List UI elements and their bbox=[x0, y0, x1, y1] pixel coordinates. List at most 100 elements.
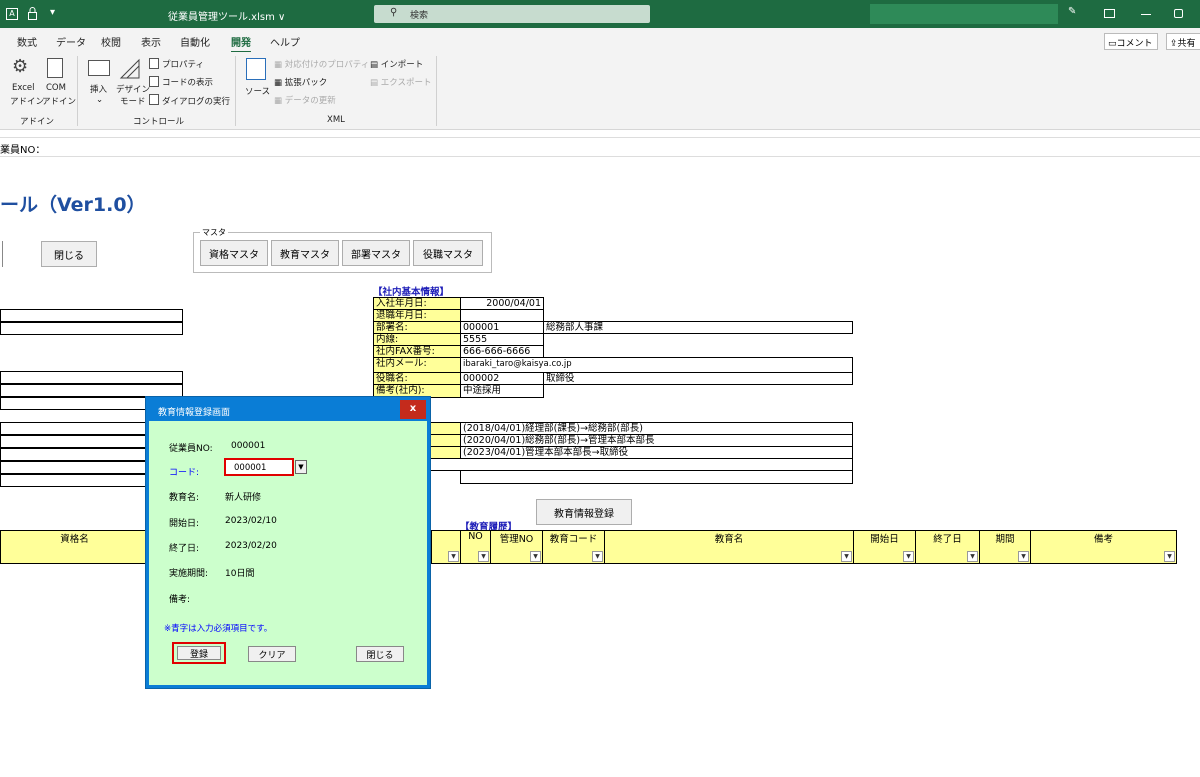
period-label: 実施期間: bbox=[169, 569, 209, 579]
ribbon-separator bbox=[436, 56, 437, 126]
dialog-close-icon[interactable]: x bbox=[400, 400, 426, 419]
filter-dropdown-icon[interactable]: ▼ bbox=[448, 551, 459, 562]
excel-addin-label-1[interactable]: Excel bbox=[12, 83, 35, 93]
dialog-close-button[interactable]: 閉じる bbox=[356, 646, 404, 662]
design-mode-label-2[interactable]: モード bbox=[120, 95, 146, 107]
map-properties-button[interactable]: ▦ 対応付けのプロパティ bbox=[274, 58, 369, 70]
formula-bar[interactable]: 業員NO： bbox=[0, 137, 1200, 157]
filter-dropdown-icon[interactable]: ▼ bbox=[478, 551, 489, 562]
header-note[interactable]: 備考 ▼ bbox=[1030, 530, 1177, 564]
import-button[interactable]: ▤ インポート bbox=[370, 58, 423, 70]
history-row[interactable] bbox=[460, 470, 853, 484]
tab-developer[interactable]: 開発 bbox=[231, 34, 251, 53]
expansion-packs-button[interactable]: ▦ 拡張パック bbox=[274, 76, 327, 88]
comment-button[interactable]: ▭コメント bbox=[1104, 33, 1158, 50]
source-button[interactable]: ソース bbox=[245, 85, 270, 97]
com-addin-label-1[interactable]: COM bbox=[46, 83, 66, 93]
dialog-title-bar[interactable]: 教育情報登録画面 x bbox=[146, 397, 430, 421]
pen-icon[interactable]: ✎ bbox=[1068, 6, 1076, 17]
tab-automate[interactable]: 自動化 bbox=[180, 34, 210, 49]
com-addin-icon bbox=[47, 58, 63, 78]
quick-access-dropdown-icon[interactable]: ▾ bbox=[50, 7, 55, 18]
header-edu-name[interactable]: 教育名 ▼ bbox=[604, 530, 854, 564]
header-edu-code[interactable]: 教育コード ▼ bbox=[542, 530, 605, 564]
formula-bar-text: 業員NO： bbox=[0, 145, 46, 156]
insert-control-icon bbox=[88, 60, 110, 76]
tab-data[interactable]: データ bbox=[56, 34, 86, 49]
filter-dropdown-icon[interactable]: ▼ bbox=[1018, 551, 1029, 562]
insert-dropdown-icon[interactable]: ⌄ bbox=[96, 95, 103, 105]
info-value[interactable]: 中途採用 bbox=[460, 384, 544, 398]
code-input-value: 000001 bbox=[234, 463, 267, 473]
left-cell[interactable] bbox=[0, 371, 183, 384]
tab-help[interactable]: ヘルプ bbox=[270, 34, 300, 49]
filter-dropdown-icon[interactable]: ▼ bbox=[841, 551, 852, 562]
left-cell[interactable] bbox=[0, 322, 183, 335]
insert-label[interactable]: 挿入 bbox=[90, 83, 107, 95]
header-start-date[interactable]: 開始日 ▼ bbox=[853, 530, 916, 564]
share-button[interactable]: ⇪共有 bbox=[1166, 33, 1200, 50]
dialog-body: 従業員NO: 000001 コード: 000001 ▼ 教育名: 新人研修 開始… bbox=[149, 421, 427, 685]
source-icon bbox=[246, 58, 266, 80]
header-period[interactable]: 期間 ▼ bbox=[979, 530, 1031, 564]
info-extra[interactable]: 総務部人事課 bbox=[543, 321, 853, 334]
autosave-icon[interactable]: A bbox=[6, 8, 18, 20]
left-cell[interactable] bbox=[0, 309, 183, 322]
register-button[interactable]: 登録 bbox=[177, 646, 221, 660]
tab-formulas[interactable]: 数式 bbox=[17, 34, 37, 49]
header-management-no[interactable]: 管理NO ▼ bbox=[490, 530, 543, 564]
export-button[interactable]: ▤ エクスポート bbox=[370, 76, 431, 88]
clear-button[interactable]: クリア bbox=[248, 646, 296, 662]
education-master-button[interactable]: 教育マスタ bbox=[271, 240, 339, 266]
run-dialog-button[interactable]: ダイアログの実行 bbox=[162, 95, 230, 107]
code-label: コード: bbox=[169, 468, 200, 478]
excel-addin-label-2[interactable]: アドイン bbox=[10, 95, 44, 107]
filter-dropdown-icon[interactable]: ▼ bbox=[967, 551, 978, 562]
filter-dropdown-icon[interactable]: ▼ bbox=[530, 551, 541, 562]
tab-view[interactable]: 表示 bbox=[141, 34, 161, 49]
workbook-name[interactable]: 従業員管理ツール.xlsm ∨ bbox=[168, 8, 285, 23]
edu-name-value: 新人研修 bbox=[225, 493, 262, 503]
info-value[interactable]: ibaraki_taro@kaisya.co.jp bbox=[460, 357, 853, 373]
group-addin-label: アドイン bbox=[20, 117, 55, 127]
internal-info-title: 【社内基本情報】 bbox=[373, 287, 450, 298]
com-addin-label-2[interactable]: アドイン bbox=[42, 95, 76, 107]
ribbon-separator bbox=[77, 56, 78, 126]
ribbon-display-icon[interactable] bbox=[1104, 9, 1115, 18]
edu-name-label: 教育名: bbox=[169, 493, 200, 503]
design-mode-label-1[interactable]: デザイン bbox=[116, 83, 150, 95]
header-end-date[interactable]: 終了日 ▼ bbox=[915, 530, 980, 564]
filter-dropdown-icon[interactable]: ▼ bbox=[903, 551, 914, 562]
header-no[interactable]: NO ▼ bbox=[460, 530, 491, 564]
group-controls-label: コントロール bbox=[133, 117, 185, 127]
code-dropdown-icon[interactable]: ▼ bbox=[295, 460, 307, 474]
employee-no-label: 従業員NO: bbox=[169, 444, 213, 454]
comment-icon: ▭ bbox=[1108, 39, 1117, 49]
start-date-value: 2023/02/10 bbox=[225, 516, 277, 526]
account-area[interactable] bbox=[870, 4, 1058, 24]
edu-register-button[interactable]: 教育情報登録 bbox=[536, 499, 632, 525]
minimize-icon[interactable] bbox=[1141, 14, 1151, 15]
info-extra[interactable]: 取締役 bbox=[543, 372, 853, 385]
close-sheet-button[interactable]: 閉じる bbox=[41, 241, 97, 267]
properties-button[interactable]: プロパティ bbox=[162, 58, 204, 70]
info-label[interactable]: 社内メール: bbox=[373, 357, 461, 373]
filter-dropdown-icon[interactable]: ▼ bbox=[592, 551, 603, 562]
qualification-master-button[interactable]: 資格マスタ bbox=[200, 240, 268, 266]
position-master-button[interactable]: 役職マスタ bbox=[413, 240, 483, 266]
title-bar: A ▾ 従業員管理ツール.xlsm ∨ ⚲ 検索 ✎ bbox=[0, 0, 1200, 28]
qualification-header[interactable]: 資格名 bbox=[0, 530, 149, 564]
properties-icon bbox=[149, 58, 159, 69]
refresh-data-button[interactable]: ▦ データの更新 bbox=[274, 94, 336, 106]
department-master-button[interactable]: 部署マスタ bbox=[342, 240, 410, 266]
header-cell[interactable]: ▼ bbox=[431, 530, 461, 564]
search-icon: ⚲ bbox=[390, 7, 398, 18]
filter-dropdown-icon[interactable]: ▼ bbox=[1164, 551, 1175, 562]
search-box[interactable]: ⚲ 検索 bbox=[374, 5, 650, 23]
view-code-button[interactable]: コードの表示 bbox=[162, 76, 213, 88]
end-date-value: 2023/02/20 bbox=[225, 541, 277, 551]
code-input[interactable]: 000001 bbox=[224, 458, 294, 476]
restore-icon[interactable] bbox=[1174, 9, 1183, 18]
tab-review[interactable]: 校閲 bbox=[101, 34, 121, 49]
lock-icon[interactable] bbox=[28, 7, 37, 20]
